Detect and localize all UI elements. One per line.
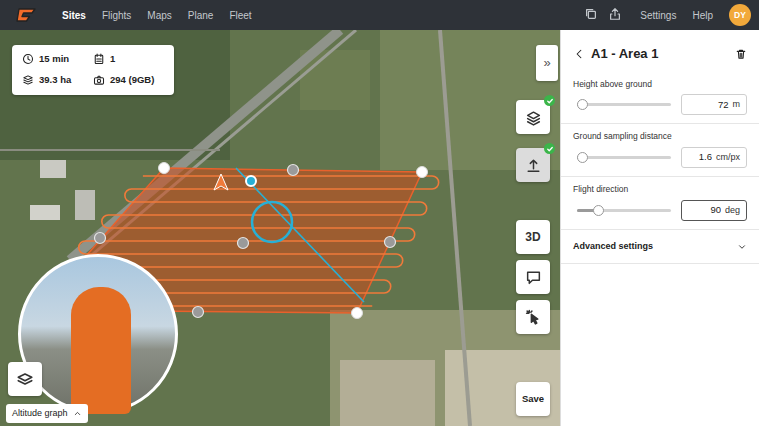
share-button[interactable] xyxy=(608,7,624,23)
cursor-icon[interactable] xyxy=(525,309,542,326)
field-label: Height above ground xyxy=(573,78,747,91)
flight-stat: 15 min xyxy=(22,52,93,66)
field-label: Flight direction xyxy=(573,183,747,196)
view-3d-button[interactable]: 3D xyxy=(516,220,550,254)
flight-stat: 1 xyxy=(93,52,164,66)
copy-button[interactable] xyxy=(584,7,600,23)
altitude-graph-toggle[interactable]: Altitude graph xyxy=(6,404,88,424)
logo-icon[interactable] xyxy=(16,7,38,23)
unit-label: deg xyxy=(725,204,740,218)
slider-track[interactable] xyxy=(577,156,671,159)
setting-field: Flight direction deg xyxy=(561,177,759,230)
midpoint-handle[interactable] xyxy=(238,238,249,249)
panel-header: A1 - Area 1 xyxy=(561,30,759,72)
area-title: A1 - Area 1 xyxy=(591,44,729,64)
nav-item[interactable]: Fleet xyxy=(221,8,259,23)
value-input[interactable] xyxy=(688,98,729,112)
app-logo[interactable] xyxy=(16,7,38,23)
check-icon xyxy=(546,97,554,105)
unit-label: cm/px xyxy=(716,151,740,165)
user-avatar[interactable]: DY xyxy=(729,4,751,26)
chevron-icon[interactable] xyxy=(73,409,82,418)
area-icon xyxy=(22,74,34,86)
chevron-icon[interactable] xyxy=(737,242,747,252)
check-icon xyxy=(546,145,554,153)
map-view[interactable]: 15 min139.3 ha294 (9GB) » 3D Altitude graph… xyxy=(0,30,560,426)
drone-icon xyxy=(214,174,228,190)
value-field[interactable]: cm/px xyxy=(681,147,747,168)
select-button[interactable] xyxy=(516,300,550,334)
nav-link[interactable]: Help xyxy=(688,8,717,23)
tool-button[interactable] xyxy=(516,148,550,182)
nav-link[interactable]: Settings xyxy=(636,8,680,23)
check-badge xyxy=(544,143,555,154)
flight-stats-card: 15 min139.3 ha294 (9GB) xyxy=(12,45,174,95)
nav-item[interactable]: Flights xyxy=(94,8,139,23)
nav-item[interactable]: Sites xyxy=(54,8,94,23)
value-input[interactable] xyxy=(688,203,721,217)
polygon-vertex[interactable] xyxy=(417,167,428,178)
polygon-vertex[interactable] xyxy=(159,163,170,174)
value-field[interactable]: deg xyxy=(681,200,747,221)
polygon-vertex[interactable] xyxy=(352,308,363,319)
back-icon[interactable] xyxy=(573,48,585,60)
value-field[interactable]: m xyxy=(681,94,747,115)
slider-track[interactable] xyxy=(577,103,671,106)
save-button[interactable]: Save xyxy=(516,382,550,416)
pilot-figure xyxy=(71,287,131,414)
delete-button[interactable] xyxy=(735,48,747,60)
area-panel: A1 - Area 1 Height above ground m Ground sa… xyxy=(560,30,759,426)
setting-field: Height above ground m xyxy=(561,72,759,125)
setting-field: Ground sampling distance cm/px xyxy=(561,124,759,177)
trash-icon[interactable] xyxy=(735,48,747,60)
photos-icon xyxy=(93,74,105,86)
layers-icon[interactable] xyxy=(16,370,34,388)
share-icon[interactable] xyxy=(608,7,622,21)
duration-icon xyxy=(22,53,34,65)
flight-stat: 39.3 ha xyxy=(22,73,93,87)
tool-button[interactable] xyxy=(516,100,550,134)
takeoff-point[interactable] xyxy=(246,176,256,186)
unit-label: m xyxy=(733,98,741,112)
slider-thumb[interactable] xyxy=(577,99,588,110)
loiter-circle[interactable] xyxy=(252,202,292,242)
comment-icon[interactable] xyxy=(525,269,542,286)
slider-track[interactable] xyxy=(577,209,671,212)
midpoint-handle[interactable] xyxy=(95,233,106,244)
check-badge xyxy=(544,95,555,106)
plan-icon[interactable] xyxy=(525,109,542,126)
midpoint-handle[interactable] xyxy=(288,165,299,176)
advanced-settings-toggle[interactable]: Advanced settings xyxy=(561,230,759,265)
value-input[interactable] xyxy=(688,150,712,164)
pilot-video xyxy=(18,254,178,414)
copy-icon[interactable] xyxy=(584,7,598,21)
batteries-icon xyxy=(93,53,105,65)
field-label: Ground sampling distance xyxy=(573,130,747,143)
midpoint-handle[interactable] xyxy=(385,237,396,248)
flight-stat: 294 (9GB) xyxy=(93,73,164,87)
nav-item[interactable]: Plane xyxy=(180,8,222,23)
nav-item[interactable]: Maps xyxy=(139,8,179,23)
map-toolbar: 3D xyxy=(516,100,550,334)
comment-button[interactable] xyxy=(516,260,550,294)
midpoint-handle[interactable] xyxy=(193,307,204,318)
top-navbar: SitesFlightsMapsPlaneFleet Settings Help DY xyxy=(0,0,759,30)
upload-icon[interactable] xyxy=(525,157,542,174)
layers-button[interactable] xyxy=(8,362,42,396)
home-line xyxy=(236,168,364,302)
slider-thumb[interactable] xyxy=(593,205,604,216)
slider-thumb[interactable] xyxy=(577,152,588,163)
collapse-button[interactable]: » xyxy=(536,45,558,81)
